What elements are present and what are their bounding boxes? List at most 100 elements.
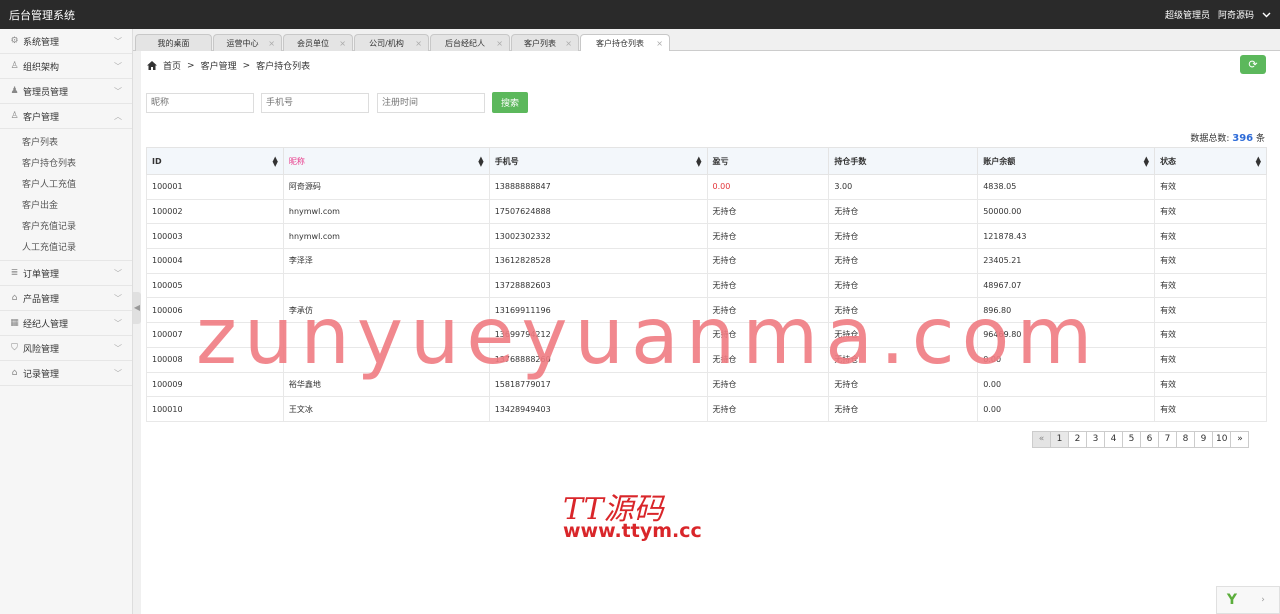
debug-toolbar[interactable]: Y › <box>1216 586 1280 614</box>
table-cell: 无持仓 <box>828 198 979 225</box>
table-cell: 有效 <box>1154 248 1267 274</box>
tab[interactable]: 客户列表 × <box>511 34 579 51</box>
tab[interactable]: 公司/机构 × <box>354 34 429 51</box>
page-button[interactable]: 2 <box>1068 431 1087 448</box>
close-icon[interactable]: × <box>565 39 572 48</box>
table-row: 100002 hnymwl.com 17507624888 无持仓 无持仓 50000.0… <box>146 198 1267 225</box>
page-button[interactable]: 5 <box>1122 431 1141 448</box>
table-cell: 100010 <box>146 396 284 422</box>
close-icon[interactable]: × <box>268 39 275 48</box>
sidebar-item[interactable]: ⌂ 产品管理 ﹀ <box>0 286 132 311</box>
sort-icon[interactable]: ▲ ▼ <box>478 156 483 168</box>
total-unit: 条 <box>1255 134 1265 144</box>
page-button[interactable]: 6 <box>1140 431 1159 448</box>
column-header[interactable]: ID ▲ ▼ <box>146 147 284 175</box>
table-cell: 无持仓 <box>828 223 979 250</box>
next-page-button[interactable]: » <box>1230 431 1250 448</box>
sidebar-item[interactable]: ⌂ 记录管理 ﹀ <box>0 361 132 386</box>
sidebar-subitem[interactable]: 客户人工充值 <box>0 173 132 194</box>
table-cell: 13428949403 <box>488 396 708 422</box>
table-cell: 阿奇源码 <box>282 174 490 200</box>
table-row: 100003 hnymwl.com 13002302332 无持仓 无持仓 121878.… <box>146 223 1267 250</box>
refresh-button[interactable]: ⟳ <box>1240 55 1266 74</box>
table-cell: 有效 <box>1154 346 1267 373</box>
tab[interactable]: 运营中心 × <box>213 34 282 51</box>
column-header-label: ID <box>152 156 162 166</box>
sidebar-subitem[interactable]: 客户列表 <box>0 131 132 152</box>
tab[interactable]: 客户持仓列表 × <box>580 34 670 52</box>
close-icon[interactable]: × <box>415 39 422 48</box>
breadcrumb-level1[interactable]: 客户管理 <box>201 59 237 72</box>
page-button[interactable]: 9 <box>1194 431 1213 448</box>
breadcrumb-home[interactable]: 首页 <box>163 59 181 72</box>
table-cell: 有效 <box>1154 223 1267 250</box>
table-cell: 有效 <box>1154 198 1267 225</box>
table-cell: 有效 <box>1154 174 1267 200</box>
home-icon <box>147 61 157 70</box>
page-button[interactable]: 8 <box>1176 431 1195 448</box>
chevron-down-icon: ﹀ <box>114 319 122 328</box>
table-header-row: ID ▲ ▼ 昵称 ▲ ▼ 手机号 ▲ ▼ 盈亏 持仓手数 账户余额 ▲ ▼ 状态 ▲ ▼ <box>146 147 1267 175</box>
sidebar-subitem[interactable]: 客户出金 <box>0 194 132 215</box>
total-number: 396 <box>1232 133 1254 144</box>
close-icon[interactable]: × <box>339 39 346 48</box>
chevron-down-icon[interactable] <box>1262 12 1271 18</box>
regtime-input[interactable] <box>377 93 485 113</box>
table-cell: 有效 <box>1154 297 1267 324</box>
user-menu[interactable]: 超级管理员 阿奇源码 <box>1165 8 1271 21</box>
column-header-label: 账户余额 <box>983 156 1016 166</box>
sort-icon[interactable]: ▲ ▼ <box>696 156 701 168</box>
expand-arrow-icon[interactable]: › <box>1247 595 1279 605</box>
pagination: «1 2 3 4 5 6 7 8 9 10» <box>1032 431 1250 448</box>
tab[interactable]: 我的桌面 <box>135 34 212 51</box>
table-cell: 无持仓 <box>706 198 830 225</box>
sidebar-item[interactable]: ♙ 客户管理 ︿ <box>0 104 132 129</box>
page-button[interactable]: 7 <box>1158 431 1177 448</box>
sidebar-item[interactable]: ▦ 经纪人管理 ﹀ <box>0 311 132 336</box>
sidebar-subitem[interactable]: 人工充值记录 <box>0 236 132 257</box>
sidebar-item-label: 记录管理 <box>23 369 60 380</box>
prev-page-button[interactable]: « <box>1032 431 1051 448</box>
page-button[interactable]: 3 <box>1086 431 1105 448</box>
username[interactable]: 阿奇源码 <box>1218 8 1254 21</box>
sidebar-collapse-handle[interactable]: ◀ <box>133 292 141 324</box>
column-header[interactable]: 状态 ▲ ▼ <box>1154 147 1267 175</box>
sort-icon[interactable]: ▲ ▼ <box>1256 156 1261 168</box>
sort-icon[interactable]: ▲ ▼ <box>272 156 277 168</box>
nickname-input[interactable] <box>146 93 254 113</box>
page-button[interactable]: 1 <box>1050 431 1069 448</box>
sidebar-subitem[interactable]: 客户持仓列表 <box>0 152 132 173</box>
tab[interactable]: 会员单位 × <box>283 34 353 51</box>
table-cell: 121878.43 <box>977 223 1156 250</box>
lock-icon: ⌂ <box>11 367 18 378</box>
sidebar-item[interactable]: ⚙ 系统管理 ﹀ <box>0 29 132 54</box>
refresh-icon: ⟳ <box>1248 58 1258 71</box>
table-cell: 100004 <box>146 248 284 274</box>
close-icon[interactable]: × <box>496 39 503 48</box>
sort-icon[interactable]: ▲ ▼ <box>1144 156 1149 168</box>
page-button[interactable]: 10 <box>1212 431 1232 448</box>
sidebar-item[interactable]: ≣ 订单管理 ﹀ <box>0 261 132 286</box>
sidebar-subitem[interactable]: 客户充值记录 <box>0 215 132 236</box>
column-header-label: 盈亏 <box>712 156 729 166</box>
column-header-label: 昵称 <box>288 156 305 166</box>
page-button[interactable]: 4 <box>1104 431 1123 448</box>
sidebar-item[interactable]: ♙ 组织架构 ﹀ <box>0 54 132 79</box>
breadcrumb: 首页 > 客户管理 > 客户持仓列表 <box>147 59 310 72</box>
table-cell: 无持仓 <box>706 396 830 422</box>
table-cell: 有效 <box>1154 396 1267 422</box>
sidebar-item[interactable]: ♟ 管理员管理 ﹀ <box>0 79 132 104</box>
column-header[interactable]: 手机号 ▲ ▼ <box>488 147 708 175</box>
chevron-down-icon: ﹀ <box>114 62 122 71</box>
search-button[interactable]: 搜索 <box>492 92 528 113</box>
column-header[interactable]: 账户余额 ▲ ▼ <box>977 147 1156 175</box>
sidebar-item[interactable]: ⛉ 风险管理 ﹀ <box>0 336 132 361</box>
chevron-down-icon: ﹀ <box>114 344 122 353</box>
phone-input[interactable] <box>261 93 369 113</box>
total-label: 数据总数: <box>1190 134 1230 144</box>
table-cell: 0.00 <box>706 174 830 200</box>
column-header[interactable]: 昵称 ▲ ▼ <box>282 147 490 175</box>
close-icon[interactable]: × <box>656 39 663 48</box>
tab[interactable]: 后台经纪人 × <box>430 34 510 51</box>
tab-label: 我的桌面 <box>157 38 190 48</box>
